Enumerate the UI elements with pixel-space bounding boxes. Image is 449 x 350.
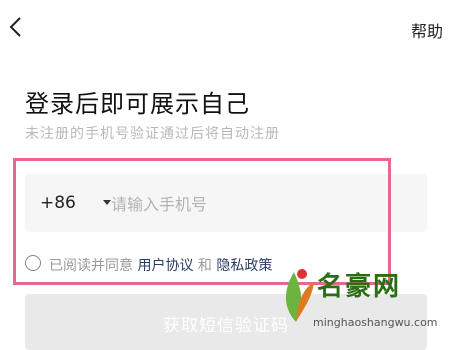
chevron-left-icon bbox=[9, 17, 21, 37]
watermark-domain: minghaoshangwu.com bbox=[313, 316, 438, 329]
watermark-brand: 名豪网 bbox=[317, 272, 402, 302]
page-subtitle: 未注册的手机号验证通过后将自动注册 bbox=[25, 126, 280, 142]
page-title: 登录后即可展示自己 bbox=[25, 90, 250, 118]
back-button[interactable] bbox=[6, 12, 30, 42]
watermark: 名豪网 minghaoshangwu.com bbox=[270, 262, 449, 339]
leaf-logo-icon bbox=[285, 269, 314, 322]
help-link[interactable]: 帮助 bbox=[411, 18, 443, 42]
